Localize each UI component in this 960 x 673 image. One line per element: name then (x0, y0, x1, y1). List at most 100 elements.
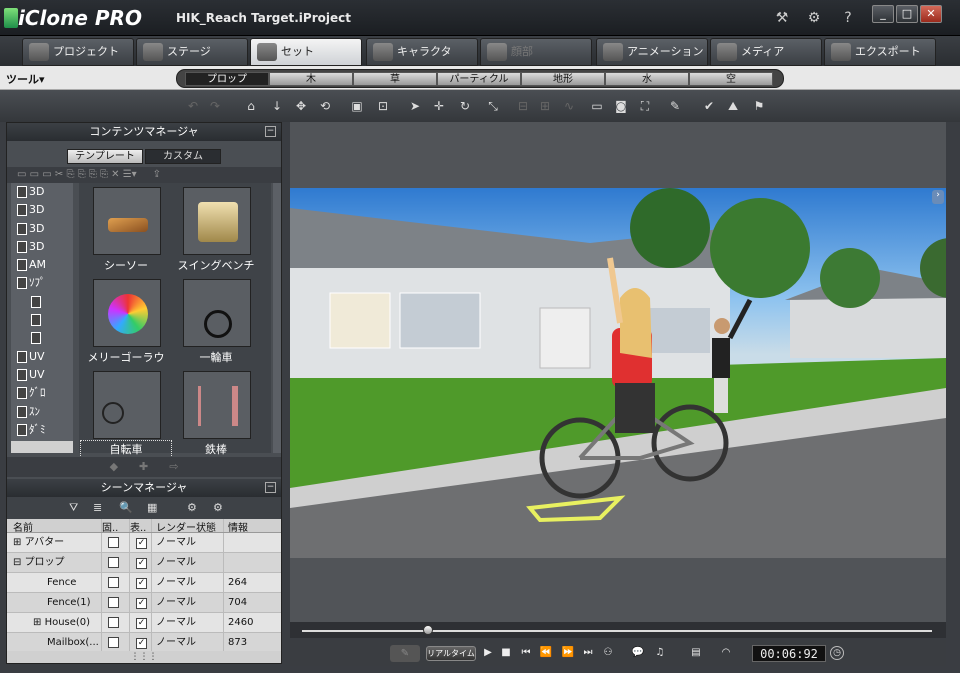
sort-icon[interactable]: ≣ (93, 501, 102, 514)
tree-item[interactable]: ﾀﾞﾐ (11, 421, 73, 439)
loop-icon[interactable]: ⚇ (600, 646, 616, 660)
tree-item[interactable] (11, 311, 73, 329)
thumb-horizontal-bar[interactable] (183, 371, 251, 439)
rotate-gizmo-icon[interactable]: ↻ (458, 99, 472, 113)
tab-template[interactable]: テンプレート (67, 149, 143, 164)
undo-icon[interactable]: ↶ (186, 99, 200, 113)
filter-icon[interactable]: ⛛ (69, 501, 78, 515)
tree-item[interactable]: ｸﾞﾛ (11, 384, 73, 402)
visible-checkbox[interactable]: ✓ (136, 578, 147, 589)
visible-checkbox[interactable]: ✓ (136, 558, 147, 569)
3d-viewport[interactable]: › (290, 122, 946, 636)
table-hscrollbar[interactable]: ⋮⋮⋮ (7, 651, 281, 663)
table-row[interactable]: ⊞ アバター ✓ ノーマル (7, 533, 281, 553)
film-icon[interactable]: ▤ (688, 646, 704, 660)
path-icon[interactable]: ∿ (562, 99, 576, 113)
thumb-scrollbar[interactable] (273, 183, 281, 453)
scene-render[interactable] (290, 188, 946, 558)
select-all-icon[interactable]: ▦ (147, 501, 157, 514)
thumb-bicycle[interactable] (93, 371, 161, 439)
lock-checkbox[interactable] (108, 597, 119, 608)
lock-checkbox[interactable] (108, 577, 119, 588)
category-tree[interactable]: 木 (269, 72, 353, 86)
close-button[interactable]: ✕ (920, 5, 942, 23)
help-icon[interactable]: ? (836, 8, 860, 28)
check-icon[interactable]: ✔ (702, 99, 716, 113)
move-gizmo-icon[interactable]: ✛ (432, 99, 446, 113)
select-icon[interactable]: ➤ (408, 99, 422, 113)
tab-stage[interactable]: ステージ (136, 38, 248, 66)
category-water[interactable]: 水 (605, 72, 689, 86)
tab-project[interactable]: プロジェクト (22, 38, 134, 66)
maximize-button[interactable]: □ (896, 5, 918, 23)
tree-item[interactable]: UV (11, 348, 73, 366)
table-row[interactable]: ⊟ プロップ ✓ ノーマル (7, 553, 281, 573)
terrain-tool-icon[interactable]: ⛰ (726, 99, 740, 113)
tree-item[interactable]: 3D (11, 183, 73, 201)
visible-checkbox[interactable]: ✓ (136, 538, 147, 549)
next-frame-icon[interactable]: ⏩ (560, 646, 576, 660)
table-row[interactable]: Fence(1) ✓ ノーマル 704 (7, 593, 281, 613)
view-single-icon[interactable]: ▭ (590, 99, 604, 113)
first-frame-icon[interactable]: ⏮ (518, 646, 534, 660)
tree-item[interactable]: 3D (11, 201, 73, 219)
paint-icon[interactable]: ✎ (668, 99, 682, 113)
stop-icon[interactable]: ■ (498, 646, 514, 660)
tab-custom[interactable]: カスタム (145, 149, 221, 164)
tree-item[interactable]: ｿﾌﾟ (11, 274, 73, 292)
category-grass[interactable]: 草 (353, 72, 437, 86)
tab-animation[interactable]: アニメーション (596, 38, 708, 66)
redo-icon[interactable]: ↷ (208, 99, 222, 113)
lock-checkbox[interactable] (108, 537, 119, 548)
lock-checkbox[interactable] (108, 557, 119, 568)
category-sky[interactable]: 空 (689, 72, 773, 86)
ungroup-icon[interactable]: ⚙ (213, 501, 223, 514)
minimize-button[interactable]: _ (872, 5, 894, 23)
move-down-icon[interactable]: ↓ (270, 99, 284, 113)
tools-icon[interactable]: ⚒ (770, 8, 794, 28)
thumb-merry-go-round[interactable] (93, 279, 161, 347)
table-row[interactable]: Fence ✓ ノーマル 264 (7, 573, 281, 593)
tab-character[interactable]: キャラクタ (366, 38, 478, 66)
tab-set[interactable]: セット (250, 38, 362, 66)
tab-export[interactable]: エクスポート (824, 38, 936, 66)
category-prop[interactable]: プロップ (185, 72, 269, 86)
timeline-track[interactable] (290, 622, 946, 638)
tree-item[interactable]: ｽﾝ (11, 403, 73, 421)
thumb-unicycle[interactable] (183, 279, 251, 347)
camera-icon[interactable]: ◠ (718, 646, 734, 660)
tab-media[interactable]: メディア (710, 38, 822, 66)
lock-checkbox[interactable] (108, 637, 119, 648)
tree-item[interactable] (11, 329, 73, 347)
play-icon[interactable]: ▶ (480, 646, 496, 660)
tree-scrollbar[interactable] (11, 441, 73, 453)
move-icon[interactable]: ✥ (294, 99, 308, 113)
align-icon[interactable]: ▣ (350, 99, 364, 113)
lock-checkbox[interactable] (108, 617, 119, 628)
last-frame-icon[interactable]: ⏭ (580, 646, 596, 660)
table-row[interactable]: Mailbox(... ✓ ノーマル 873 (7, 633, 281, 653)
fullscreen-icon[interactable]: ⛶ (638, 99, 652, 113)
tree-item[interactable]: 3D (11, 238, 73, 256)
tree-item[interactable]: AM (11, 256, 73, 274)
tree-item[interactable]: UV (11, 366, 73, 384)
category-terrain[interactable]: 地形 (521, 72, 605, 86)
timeline-scrubber[interactable] (423, 625, 433, 635)
collapse-icon[interactable]: − (265, 126, 276, 137)
visible-checkbox[interactable]: ✓ (136, 598, 147, 609)
table-row[interactable]: ⊞ House(0) ✓ ノーマル 2460 (7, 613, 281, 633)
clock-icon[interactable]: ◷ (830, 646, 844, 660)
visible-checkbox[interactable]: ✓ (136, 618, 147, 629)
visible-checkbox[interactable]: ✓ (136, 638, 147, 649)
subtitle-icon[interactable]: 💬 (630, 646, 646, 660)
prev-frame-icon[interactable]: ⏪ (538, 646, 554, 660)
record-icon[interactable]: ✎ (390, 645, 420, 662)
audio-icon[interactable]: ♫ (652, 646, 668, 660)
category-particle[interactable]: パーティクル (437, 72, 521, 86)
thumb-seesaw[interactable] (93, 187, 161, 255)
gear-icon[interactable]: ⚙ (802, 8, 826, 28)
realtime-toggle[interactable]: リアルタイム (426, 646, 476, 661)
tree-item[interactable] (11, 293, 73, 311)
search-icon[interactable]: 🔍 (119, 501, 133, 514)
scale-gizmo-icon[interactable]: ⤡ (486, 99, 500, 113)
